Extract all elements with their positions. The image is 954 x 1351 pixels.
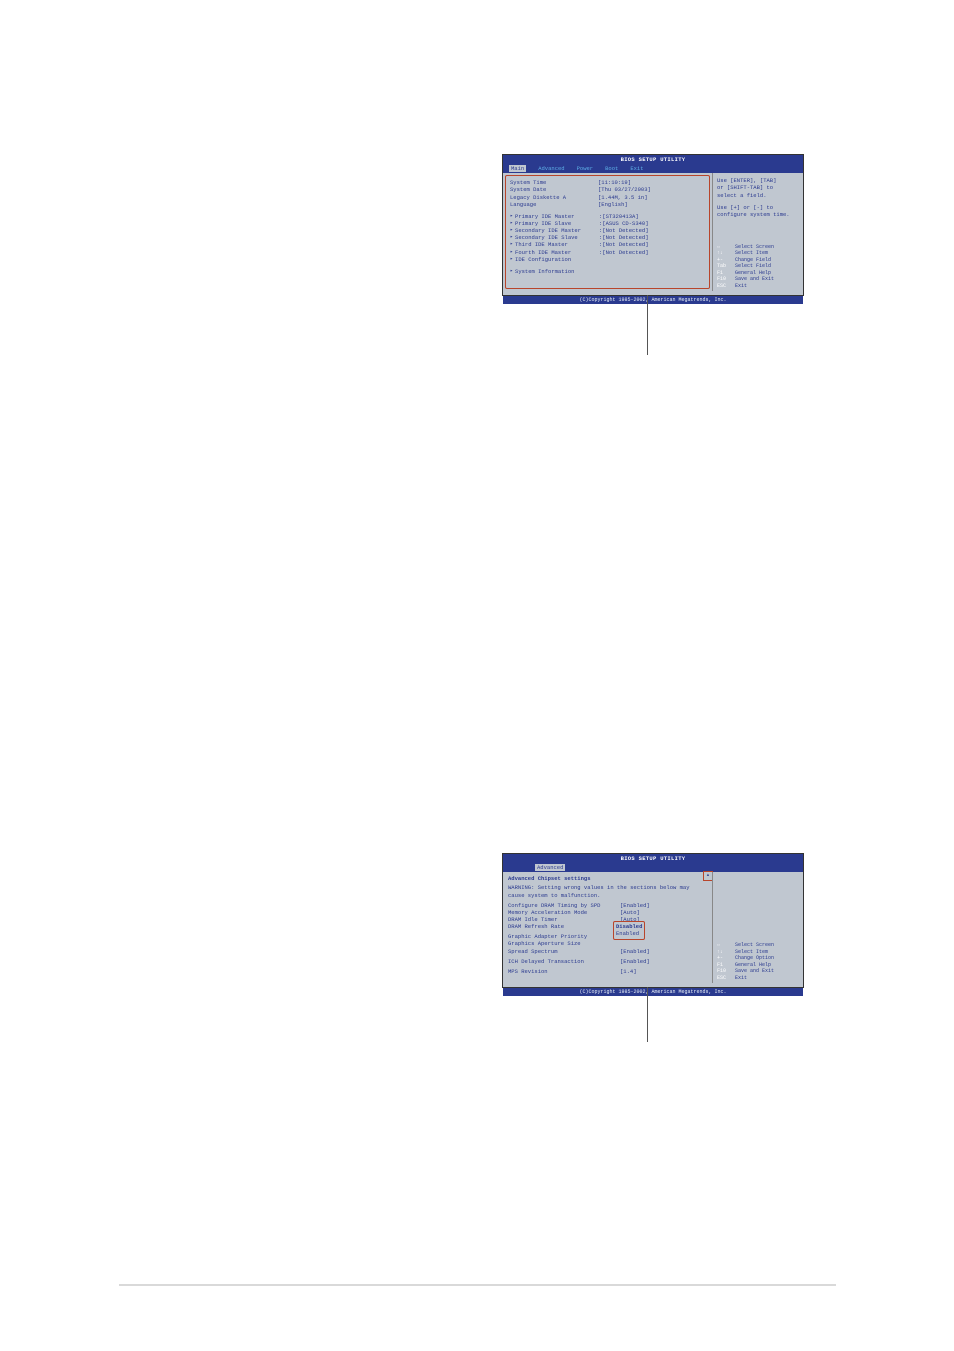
row-system-time[interactable]: System Time[11:10:19] <box>510 179 705 186</box>
row-mps-revision[interactable]: MPS Revision[1.4] <box>508 968 707 975</box>
menu-main[interactable]: Main <box>509 165 526 172</box>
main-panel: ▲ Advanced Chipset settings WARNING: Set… <box>503 872 712 983</box>
menu-advanced[interactable]: Advanced <box>538 165 564 172</box>
menu-exit[interactable]: Exit <box>630 165 643 172</box>
row-legacy-diskette[interactable]: Legacy Diskette A[1.44M, 3.5 in] <box>510 194 705 201</box>
help-line: or [SHIFT-TAB] to <box>717 184 799 191</box>
warning-text: WARNING: Setting wrong values in the sec… <box>508 884 707 898</box>
row-dram-refresh[interactable]: DRAM Refresh Rate <box>508 923 707 930</box>
row-ide-configuration[interactable]: IDE Configuration <box>510 256 705 263</box>
bios-menu-bar: Advanced <box>503 863 803 872</box>
help-line: Use [+] or [-] to <box>717 204 799 211</box>
copyright-footer: (C)Copyright 1985-2002, American Megatre… <box>503 296 803 305</box>
row-spread-spectrum[interactable]: Spread Spectrum[Enabled] <box>508 948 707 955</box>
row-graphics-aperture[interactable]: Graphics Aperture Size <box>508 940 707 947</box>
row-secondary-ide-master[interactable]: Secondary IDE Master:[Not Detected] <box>510 227 705 234</box>
help-line: configure system time. <box>717 211 799 218</box>
option-disabled[interactable]: Disabled <box>616 923 642 930</box>
help-panel: ⇔Select Screen ↑↓Select Item +-Change Op… <box>712 872 803 983</box>
content-area: System Time[11:10:19] System Date[Thu 03… <box>503 173 803 291</box>
row-third-ide-master[interactable]: Third IDE Master:[Not Detected] <box>510 241 705 248</box>
row-system-information[interactable]: System Information <box>510 268 705 275</box>
page-footer-rule <box>119 1284 836 1286</box>
help-panel: Use [ENTER], [TAB] or [SHIFT-TAB] to sel… <box>712 173 803 291</box>
section-title: Advanced Chipset settings <box>508 875 707 882</box>
help-line: Use [ENTER], [TAB] <box>717 177 799 184</box>
row-ich-delayed[interactable]: ICH Delayed Transaction[Enabled] <box>508 958 707 965</box>
menu-advanced[interactable]: Advanced <box>535 864 565 871</box>
callout-line <box>647 987 648 1042</box>
menu-boot[interactable]: Boot <box>605 165 618 172</box>
row-system-date[interactable]: System Date[Thu 03/27/2003] <box>510 186 705 193</box>
options-popup[interactable]: Disabled Enabled <box>613 921 645 939</box>
bios-main-screenshot: BIOS SETUP UTILITY Main Advanced Power B… <box>502 154 804 296</box>
bios-menu-bar: Main Advanced Power Boot Exit <box>503 164 803 173</box>
row-dram-spd[interactable]: Configure DRAM Timing by SPD[Enabled] <box>508 902 707 909</box>
help-line: select a field. <box>717 192 799 199</box>
bios-title: BIOS SETUP UTILITY <box>503 155 803 164</box>
row-dram-idle[interactable]: DRAM Idle Timer[Auto] <box>508 916 707 923</box>
callout-line <box>647 295 648 355</box>
bios-title: BIOS SETUP UTILITY <box>503 854 803 863</box>
main-panel: System Time[11:10:19] System Date[Thu 03… <box>505 175 710 289</box>
row-secondary-ide-slave[interactable]: Secondary IDE Slave:[Not Detected] <box>510 234 705 241</box>
row-mem-accel[interactable]: Memory Acceleration Mode[Auto] <box>508 909 707 916</box>
nav-keys: ⇔Select Screen ↑↓Select Item +-Change Op… <box>717 942 801 981</box>
content-area: ▲ Advanced Chipset settings WARNING: Set… <box>503 872 803 983</box>
menu-power[interactable]: Power <box>577 165 594 172</box>
row-graphic-priority[interactable]: Graphic Adapter Priority <box>508 933 707 940</box>
row-primary-ide-master[interactable]: Primary IDE Master:[ST320413A] <box>510 213 705 220</box>
row-fourth-ide-master[interactable]: Fourth IDE Master:[Not Detected] <box>510 249 705 256</box>
row-primary-ide-slave[interactable]: Primary IDE Slave:[ASUS CD-S340] <box>510 220 705 227</box>
row-language[interactable]: Language[English] <box>510 201 705 208</box>
option-enabled[interactable]: Enabled <box>616 930 642 937</box>
copyright-footer: (C)Copyright 1985-2002, American Megatre… <box>503 988 803 997</box>
nav-keys: ⇔Select Screen ↑↓Select Item +-Change Fi… <box>717 244 801 290</box>
bios-advanced-screenshot: BIOS SETUP UTILITY Advanced ▲ Advanced C… <box>502 853 804 988</box>
